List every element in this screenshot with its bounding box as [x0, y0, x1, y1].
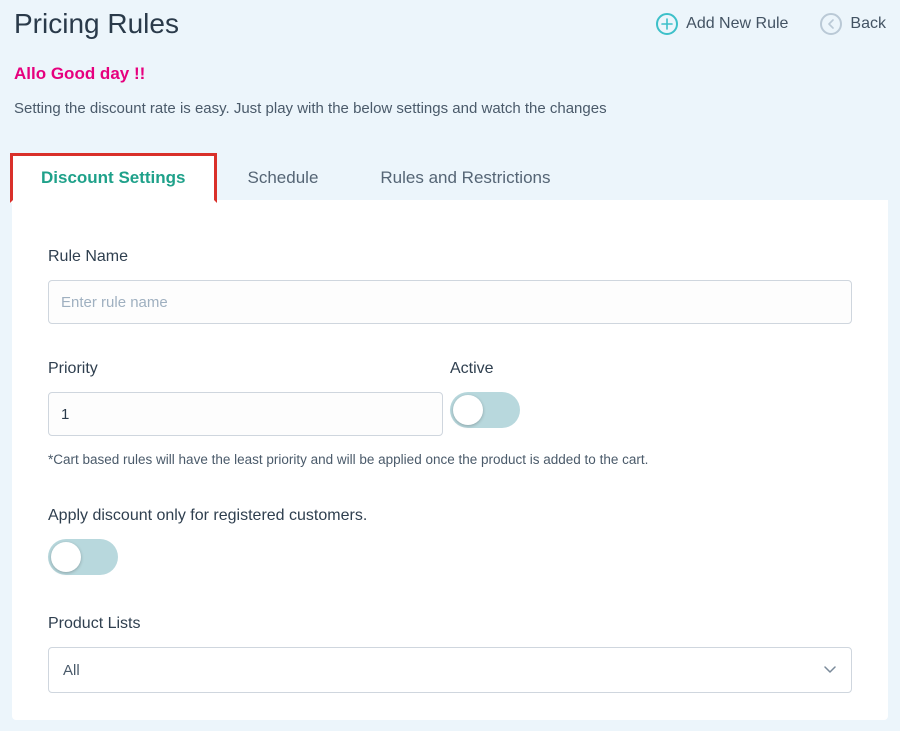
priority-label: Priority: [48, 360, 450, 378]
active-label: Active: [450, 360, 852, 378]
tab-schedule[interactable]: Schedule: [217, 153, 350, 203]
plus-icon: [656, 13, 678, 35]
rule-name-input[interactable]: [48, 280, 852, 324]
add-new-rule-button[interactable]: Add New Rule: [656, 13, 788, 35]
tab-rules-restrictions[interactable]: Rules and Restrictions: [349, 153, 581, 203]
page-title: Pricing Rules: [14, 8, 179, 40]
description-text: Setting the discount rate is easy. Just …: [14, 100, 886, 117]
priority-input[interactable]: [48, 392, 443, 436]
toggle-knob: [453, 395, 483, 425]
tab-discount-settings[interactable]: Discount Settings: [10, 153, 217, 203]
product-lists-label: Product Lists: [48, 615, 852, 633]
back-button[interactable]: Back: [820, 13, 886, 35]
priority-note: *Cart based rules will have the least pr…: [48, 452, 852, 467]
header-actions: Add New Rule Back: [656, 13, 886, 35]
active-toggle[interactable]: [450, 392, 520, 428]
chevron-left-icon: [820, 13, 842, 35]
back-label: Back: [850, 15, 886, 33]
registered-customers-toggle[interactable]: [48, 539, 118, 575]
registered-customers-label: Apply discount only for registered custo…: [48, 507, 852, 525]
greeting-text: Allo Good day !!: [14, 64, 886, 84]
add-new-rule-label: Add New Rule: [686, 15, 788, 33]
product-lists-select[interactable]: All: [48, 647, 852, 693]
toggle-knob: [51, 542, 81, 572]
settings-panel: Rule Name Priority Active *Cart based ru…: [12, 200, 888, 720]
rule-name-label: Rule Name: [48, 248, 852, 266]
tabs: Discount Settings Schedule Rules and Res…: [0, 153, 900, 203]
